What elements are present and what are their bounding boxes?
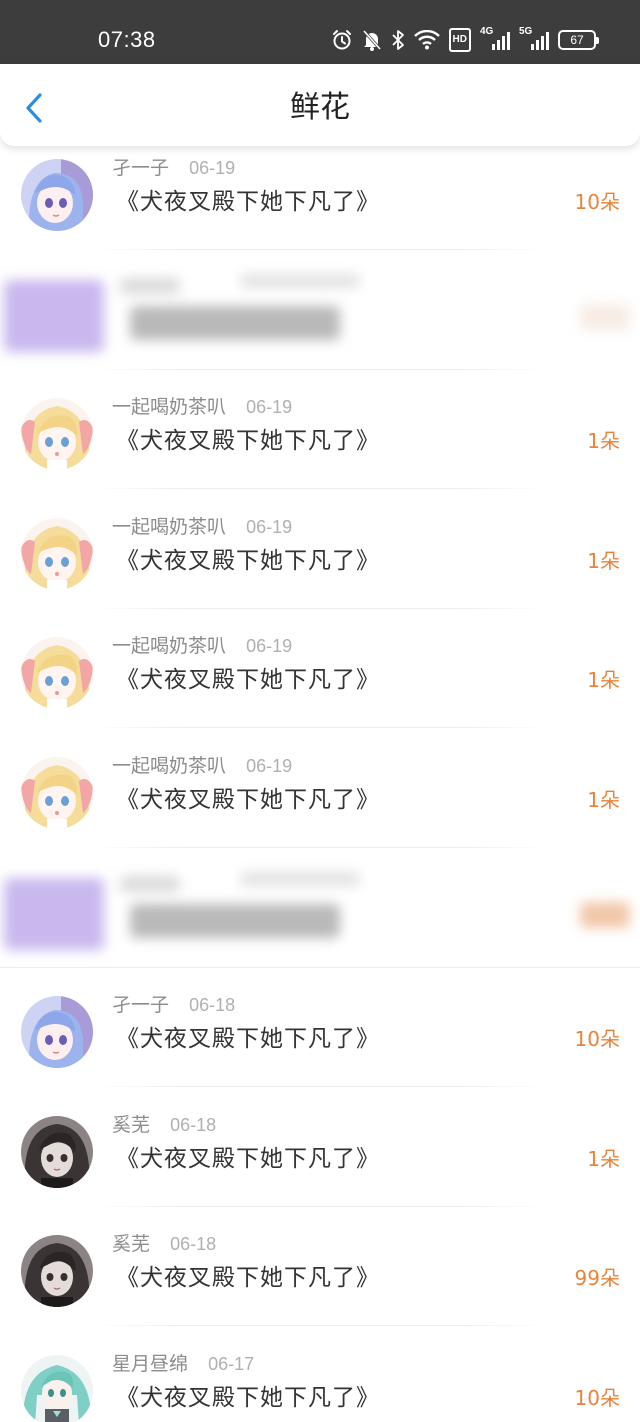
avatar-dark-hair-girl[interactable]: [21, 1115, 93, 1188]
sender-line: 一起喝奶茶叭 06-19: [112, 634, 292, 658]
flower-count: 10朵: [574, 1027, 620, 1052]
avatar-blonde-girl[interactable]: [21, 637, 93, 710]
avatar-blue-hair-girl[interactable]: [21, 159, 93, 231]
flower-count: 1朵: [587, 668, 620, 693]
book-title[interactable]: 《犬夜叉殿下她下凡了》: [116, 425, 380, 457]
gift-date: 06-19: [246, 516, 293, 537]
list-item[interactable]: 奚芜 06-18 《犬夜叉殿下她下凡了》 1朵: [0, 1087, 640, 1207]
book-title[interactable]: 《犬夜叉殿下她下凡了》: [116, 1262, 380, 1294]
flower-count: 10朵: [574, 190, 620, 214]
sender-line: 星月昼绵 06-17: [112, 1352, 254, 1376]
list-item[interactable]: 奚芜 06-18 《犬夜叉殿下她下凡了》 99朵: [0, 1206, 640, 1327]
list-item[interactable]: 一起喝奶茶叭 06-19 《犬夜叉殿下她下凡了》 1朵: [0, 608, 640, 729]
list-item[interactable]: 孑一子 06-19 《犬夜叉殿下她下凡了》 10朵: [0, 130, 640, 250]
status-time: 07:38: [98, 27, 156, 52]
book-title[interactable]: 《犬夜叉殿下她下凡了》: [116, 1382, 380, 1414]
battery-icon: 67: [558, 30, 599, 50]
gift-date: 06-18: [170, 1234, 217, 1255]
sender-name[interactable]: 一起喝奶茶叭: [112, 755, 226, 777]
page-title: 鲜花: [290, 90, 350, 125]
redaction-smudge: [0, 848, 640, 968]
redaction-smudge: [0, 250, 640, 370]
list-item[interactable]: 一起喝奶茶叭 06-19 《犬夜叉殿下她下凡了》 1朵: [0, 489, 640, 609]
avatar-blonde-girl[interactable]: [21, 757, 93, 829]
alarm-icon: [331, 28, 353, 52]
sender-name[interactable]: 奚芜: [112, 1114, 150, 1136]
gift-date: 06-19: [246, 397, 293, 418]
signal-5g-icon: 5G: [519, 26, 549, 52]
mute-icon: [362, 28, 382, 52]
hd-icon: HD: [448, 28, 471, 52]
flower-count: 1朵: [587, 429, 620, 454]
flower-list[interactable]: 孑一子 06-19 《犬夜叉殿下她下凡了》 10朵 一起喝奶茶叭 06-19 《…: [0, 0, 640, 1422]
avatar-blonde-girl[interactable]: [21, 517, 93, 590]
flower-count: 99朵: [574, 1266, 620, 1291]
gift-date: 06-17: [208, 1354, 255, 1374]
sender-name[interactable]: 一起喝奶茶叭: [112, 396, 226, 418]
sender-line: 孑一子 06-18: [112, 993, 235, 1017]
signal-4g-icon: 4G: [480, 26, 510, 52]
sender-name[interactable]: 一起喝奶茶叭: [112, 516, 226, 538]
sender-line: 一起喝奶茶叭 06-19: [112, 754, 292, 778]
list-item[interactable]: 一起喝奶茶叭 06-19 《犬夜叉殿下她下凡了》 1朵: [0, 369, 640, 490]
book-title[interactable]: 《犬夜叉殿下她下凡了》: [116, 186, 380, 218]
list-item[interactable]: 一起喝奶茶叭 06-19 《犬夜叉殿下她下凡了》 1朵: [0, 728, 640, 848]
flower-count: 1朵: [587, 788, 620, 812]
book-title[interactable]: 《犬夜叉殿下她下凡了》: [116, 1023, 380, 1055]
gift-date: 06-19: [189, 158, 236, 178]
top-app-bar: 鲜花: [0, 64, 640, 146]
redacted-list-item[interactable]: [0, 250, 640, 370]
book-title[interactable]: 《犬夜叉殿下她下凡了》: [116, 784, 380, 816]
book-title[interactable]: 《犬夜叉殿下她下凡了》: [116, 1143, 380, 1175]
sender-name[interactable]: 孑一子: [112, 994, 169, 1016]
avatar-blonde-girl[interactable]: [21, 398, 93, 471]
app-screen: 孑一子 06-19 《犬夜叉殿下她下凡了》 10朵 一起喝奶茶叭 06-19 《…: [0, 0, 640, 1422]
flower-count: 1朵: [587, 548, 620, 573]
flower-count: 1朵: [587, 1146, 620, 1171]
sender-line: 一起喝奶茶叭 06-19: [112, 515, 292, 539]
sender-name[interactable]: 孑一子: [112, 157, 169, 179]
sender-line: 奚芜 06-18: [112, 1113, 216, 1137]
sender-line: 奚芜 06-18: [112, 1232, 216, 1256]
book-title[interactable]: 《犬夜叉殿下她下凡了》: [116, 545, 380, 577]
sender-name[interactable]: 奚芜: [112, 1233, 150, 1255]
flower-count: 10朵: [574, 1386, 620, 1410]
book-title[interactable]: 《犬夜叉殿下她下凡了》: [116, 664, 380, 696]
list-item[interactable]: 星月昼绵 06-17 《犬夜叉殿下她下凡了》 10朵: [0, 1326, 640, 1422]
sender-line: 孑一子 06-19: [112, 156, 235, 180]
list-item[interactable]: 孑一子 06-18 《犬夜叉殿下她下凡了》 10朵: [0, 967, 640, 1088]
sender-line: 一起喝奶茶叭 06-19: [112, 395, 292, 419]
avatar-blue-hair-girl[interactable]: [21, 996, 93, 1069]
avatar-teal-hair-girl[interactable]: [21, 1355, 93, 1422]
redacted-list-item[interactable]: [0, 848, 640, 968]
wifi-icon: [413, 28, 440, 52]
avatar-dark-hair-girl[interactable]: [21, 1235, 93, 1308]
bluetooth-icon: [391, 28, 405, 52]
gift-date: 06-19: [246, 636, 293, 657]
gift-date: 06-19: [246, 756, 293, 776]
gift-date: 06-18: [189, 995, 236, 1016]
status-bar: 07:38 HD 4G 5G 67: [0, 0, 640, 64]
sender-name[interactable]: 星月昼绵: [112, 1353, 188, 1375]
gift-date: 06-18: [170, 1114, 217, 1135]
sender-name[interactable]: 一起喝奶茶叭: [112, 635, 226, 657]
